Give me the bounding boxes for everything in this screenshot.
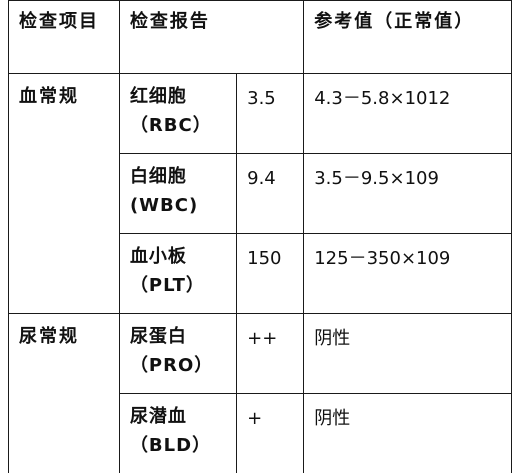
test-name-label: 血小板 [130, 242, 228, 271]
test-name: 白细胞 (WBC) [119, 154, 236, 234]
test-name-label: 白细胞 [130, 162, 228, 191]
header-test-report: 检查报告 [119, 1, 303, 74]
group-urine-routine: 尿常规 [9, 314, 120, 473]
reference-value: 3.5－9.5×109 [304, 154, 512, 234]
test-value: 9.4 [237, 154, 304, 234]
table-row: 血常规 红细胞 （RBC） 3.5 4.3－5.8×1012 [9, 74, 512, 154]
test-abbreviation: （PRO） [130, 351, 228, 380]
test-value: 150 [237, 234, 304, 314]
test-name: 血小板 （PLT） [119, 234, 236, 314]
test-name-label: 红细胞 [130, 82, 228, 111]
test-name-label: 尿潜血 [130, 402, 228, 431]
header-row: 检查项目 检查报告 参考值（正常值） [9, 1, 512, 74]
reference-value: 125－350×109 [304, 234, 512, 314]
test-name: 尿蛋白 （PRO） [119, 314, 236, 394]
test-value: + [237, 394, 304, 473]
test-abbreviation: (WBC) [130, 191, 228, 220]
test-abbreviation: （PLT） [130, 271, 228, 300]
reference-value: 阴性 [304, 394, 512, 473]
header-reference-value: 参考值（正常值） [304, 1, 512, 74]
group-blood-routine: 血常规 [9, 74, 120, 314]
test-value: ++ [237, 314, 304, 394]
test-name: 尿潜血 （BLD） [119, 394, 236, 473]
reference-value: 阴性 [304, 314, 512, 394]
test-abbreviation: （RBC） [130, 111, 228, 140]
test-name-label: 尿蛋白 [130, 322, 228, 351]
reference-value: 4.3－5.8×1012 [304, 74, 512, 154]
test-name: 红细胞 （RBC） [119, 74, 236, 154]
test-value: 3.5 [237, 74, 304, 154]
table-row: 尿常规 尿蛋白 （PRO） ++ 阴性 [9, 314, 512, 394]
header-test-item: 检查项目 [9, 1, 120, 74]
test-abbreviation: （BLD） [130, 431, 228, 460]
lab-results-table: 检查项目 检查报告 参考值（正常值） 血常规 红细胞 （RBC） 3.5 4.3… [8, 0, 512, 473]
